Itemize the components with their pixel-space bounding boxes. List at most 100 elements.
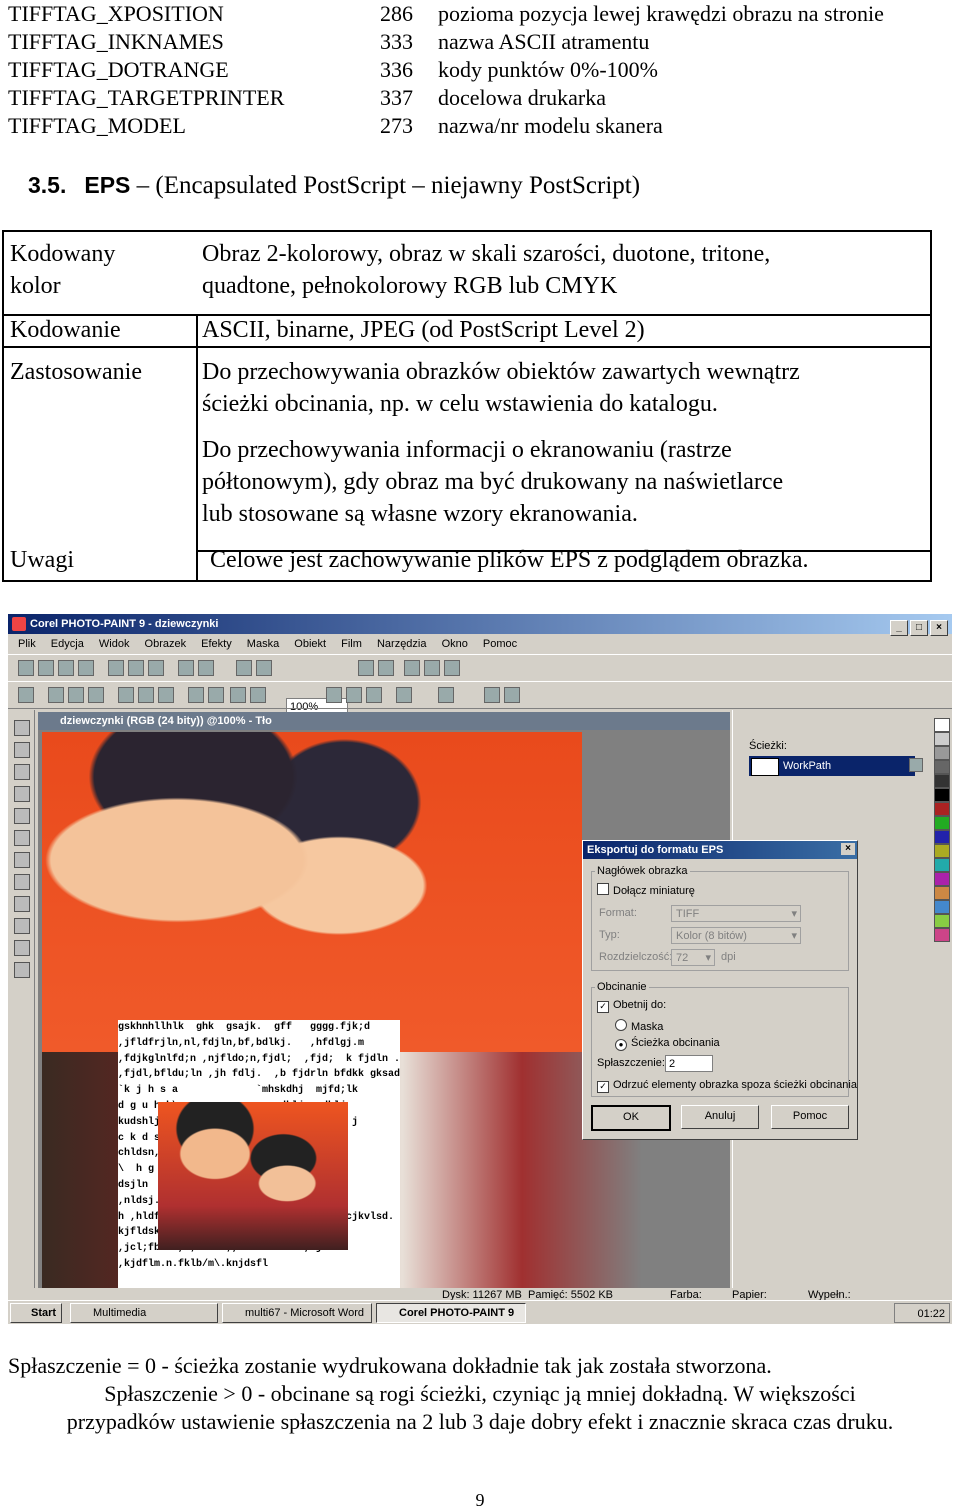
- color-swatch[interactable]: [934, 886, 950, 900]
- menu-film[interactable]: Film: [341, 638, 362, 650]
- mask-to-path-icon[interactable]: [484, 687, 500, 703]
- photo-image: [42, 732, 582, 1052]
- menu-maska[interactable]: Maska: [247, 638, 279, 650]
- color-swatch[interactable]: [934, 718, 950, 732]
- clip-to-checkbox[interactable]: ✓ Obetnij do:: [597, 999, 666, 1013]
- ok-button[interactable]: OK: [591, 1105, 671, 1131]
- paste-icon[interactable]: [148, 660, 164, 676]
- path-icon[interactable]: [909, 758, 923, 772]
- menu-okno[interactable]: Okno: [442, 638, 468, 650]
- color-swatch[interactable]: [934, 774, 950, 788]
- crop-tool-icon[interactable]: [14, 786, 30, 802]
- color-swatch[interactable]: [934, 900, 950, 914]
- zoom-tool-icon[interactable]: [14, 808, 30, 824]
- color-swatch[interactable]: [934, 830, 950, 844]
- format-select[interactable]: TIFF: [671, 905, 801, 922]
- note-line: przypadków ustawienie spłaszczenia na 2 …: [66, 1409, 894, 1434]
- reject-outside-checkbox[interactable]: ✓ Odrzuć elementy obrazka spoza ścieżki o…: [597, 1079, 857, 1093]
- export-icon[interactable]: [256, 660, 272, 676]
- cancel-button[interactable]: Anuluj: [681, 1105, 759, 1129]
- include-preview-checkbox[interactable]: Dołącz miniaturę: [597, 883, 695, 897]
- taskbar-item[interactable]: Corel PHOTO-PAINT 9 ...: [376, 1303, 526, 1323]
- path-list-item[interactable]: WorkPath: [749, 756, 915, 776]
- color-swatch[interactable]: [934, 928, 950, 942]
- start-button[interactable]: Start: [10, 1303, 62, 1323]
- color-swatch[interactable]: [934, 872, 950, 886]
- path-tool-icon[interactable]: [14, 764, 30, 780]
- menu-efekty[interactable]: Efekty: [201, 638, 232, 650]
- mask-radio[interactable]: Maska: [615, 1019, 663, 1033]
- import-icon[interactable]: [236, 660, 252, 676]
- color-swatch[interactable]: [934, 760, 950, 774]
- add-node-icon[interactable]: [118, 687, 134, 703]
- flatness-input[interactable]: 2: [665, 1055, 713, 1072]
- mask-tool-icon[interactable]: [14, 742, 30, 758]
- resolution-input[interactable]: 72: [671, 949, 715, 966]
- effects-icon[interactable]: [404, 660, 420, 676]
- color-swatch[interactable]: [934, 746, 950, 760]
- mirror-icon[interactable]: [396, 687, 412, 703]
- path-edit-icon[interactable]: [68, 687, 84, 703]
- color-swatch[interactable]: [934, 914, 950, 928]
- type-select[interactable]: Kolor (8 bitów): [671, 927, 801, 944]
- cut-icon[interactable]: [108, 660, 124, 676]
- menu-obrazek[interactable]: Obrazek: [145, 638, 187, 650]
- copy-icon[interactable]: [128, 660, 144, 676]
- section-title: – (Encapsulated PostScript – niejawny Po…: [130, 172, 641, 199]
- color-swatch[interactable]: [934, 802, 950, 816]
- color-swatch[interactable]: [934, 844, 950, 858]
- snap-icon[interactable]: [230, 687, 246, 703]
- remove-node-icon[interactable]: [138, 687, 154, 703]
- mask-icon[interactable]: [424, 660, 440, 676]
- menu-narzedzia[interactable]: Narzędzia: [377, 638, 427, 650]
- fill-tool-icon[interactable]: [14, 918, 30, 934]
- path-node-icon[interactable]: [48, 687, 64, 703]
- effect-tool-icon[interactable]: [14, 962, 30, 978]
- row-value: quadtone, pełnokolorowy RGB lub CMYK: [202, 273, 618, 299]
- color-swatch[interactable]: [934, 732, 950, 746]
- clipping-group-label: Obcinanie: [595, 981, 649, 993]
- path-to-mask-icon[interactable]: [438, 687, 454, 703]
- eraser-tool-icon[interactable]: [14, 852, 30, 868]
- zoom-icon[interactable]: [358, 660, 374, 676]
- line-icon[interactable]: [346, 687, 362, 703]
- table-divider: [196, 314, 198, 582]
- undo-icon[interactable]: [178, 660, 194, 676]
- new-icon[interactable]: [18, 660, 34, 676]
- eyedropper-tool-icon[interactable]: [14, 830, 30, 846]
- pointer-icon[interactable]: [18, 687, 34, 703]
- join-icon[interactable]: [158, 687, 174, 703]
- smooth-icon[interactable]: [250, 687, 266, 703]
- tag-name: TIFFTAG_INKNAMES: [8, 29, 224, 54]
- checkbox-label: Dołącz miniaturę: [613, 885, 695, 897]
- distribute-icon[interactable]: [208, 687, 224, 703]
- clip-path-radio[interactable]: ● Ścieżka obcinania: [615, 1037, 720, 1051]
- menu-plik[interactable]: Plik: [18, 638, 36, 650]
- save-icon[interactable]: [58, 660, 74, 676]
- menu-widok[interactable]: Widok: [99, 638, 130, 650]
- dialog-close-button[interactable]: ×: [841, 843, 855, 855]
- stroke-path-icon[interactable]: [504, 687, 520, 703]
- color-swatch[interactable]: [934, 858, 950, 872]
- curve-icon[interactable]: [366, 687, 382, 703]
- brush-tool-icon[interactable]: [14, 940, 30, 956]
- help-button[interactable]: Pomoc: [771, 1105, 849, 1129]
- menu-obiekt[interactable]: Obiekt: [294, 638, 326, 650]
- transform-icon[interactable]: [326, 687, 342, 703]
- help-icon[interactable]: [444, 660, 460, 676]
- menu-pomoc[interactable]: Pomoc: [483, 638, 517, 650]
- menu-edycja[interactable]: Edycja: [51, 638, 84, 650]
- rectangle-tool-icon[interactable]: [14, 874, 30, 890]
- redo-icon[interactable]: [198, 660, 214, 676]
- hand-icon[interactable]: [378, 660, 394, 676]
- color-swatch[interactable]: [934, 816, 950, 830]
- print-icon[interactable]: [78, 660, 94, 676]
- open-icon[interactable]: [38, 660, 54, 676]
- taskbar-item[interactable]: multi67 - Microsoft Word: [222, 1303, 372, 1323]
- pick-tool-icon[interactable]: [14, 720, 30, 736]
- text-tool-icon[interactable]: [14, 896, 30, 912]
- path-curve-icon[interactable]: [88, 687, 104, 703]
- color-swatch[interactable]: [934, 788, 950, 802]
- taskbar-item[interactable]: Multimedia: [70, 1303, 218, 1323]
- align-icon[interactable]: [188, 687, 204, 703]
